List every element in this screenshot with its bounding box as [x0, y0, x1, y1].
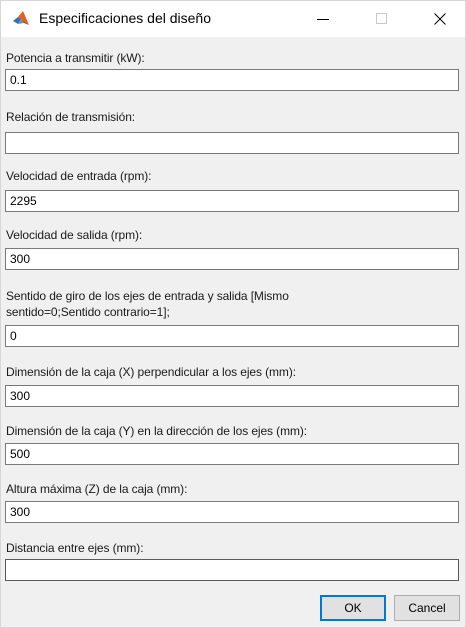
minimize-icon: [317, 19, 329, 20]
field-label-relacion: Relación de transmisión:: [6, 110, 135, 124]
dialog-window: Especificaciones del diseño Potencia a t…: [0, 0, 466, 628]
close-icon: [434, 13, 446, 25]
ok-button[interactable]: OK: [320, 595, 386, 621]
sentido-giro-input[interactable]: [5, 325, 459, 347]
field-label-distancia-ejes: Distancia entre ejes (mm):: [6, 541, 144, 555]
potencia-input[interactable]: [5, 69, 459, 91]
field-label-potencia: Potencia a transmitir (kW):: [6, 51, 145, 65]
field-label-dimension-x: Dimensión de la caja (X) perpendicular a…: [6, 365, 296, 379]
distancia-ejes-input[interactable]: [5, 559, 459, 581]
field-label-altura-z: Altura máxima (Z) de la caja (mm):: [6, 482, 188, 496]
close-button[interactable]: [417, 1, 463, 37]
matlab-logo-icon: [12, 10, 30, 28]
field-label-dimension-y: Dimensión de la caja (Y) en la dirección…: [6, 424, 307, 438]
cancel-button[interactable]: Cancel: [394, 595, 460, 621]
field-label-sentido-giro: Sentido de giro de los ejes de entrada y…: [6, 289, 289, 319]
relacion-input[interactable]: [5, 132, 459, 154]
maximize-button[interactable]: [359, 1, 405, 37]
dimension-y-input[interactable]: [5, 443, 459, 465]
title-bar[interactable]: Especificaciones del diseño: [1, 1, 465, 37]
field-label-velocidad-entrada: Velocidad de entrada (rpm):: [6, 169, 152, 183]
field-label-velocidad-salida: Velocidad de salida (rpm):: [6, 228, 143, 242]
minimize-button[interactable]: [300, 1, 346, 37]
window-title: Especificaciones del diseño: [39, 10, 211, 26]
velocidad-salida-input[interactable]: [5, 248, 459, 270]
velocidad-entrada-input[interactable]: [5, 190, 459, 212]
maximize-icon: [376, 13, 387, 24]
altura-z-input[interactable]: [5, 501, 459, 523]
dimension-x-input[interactable]: [5, 385, 459, 407]
